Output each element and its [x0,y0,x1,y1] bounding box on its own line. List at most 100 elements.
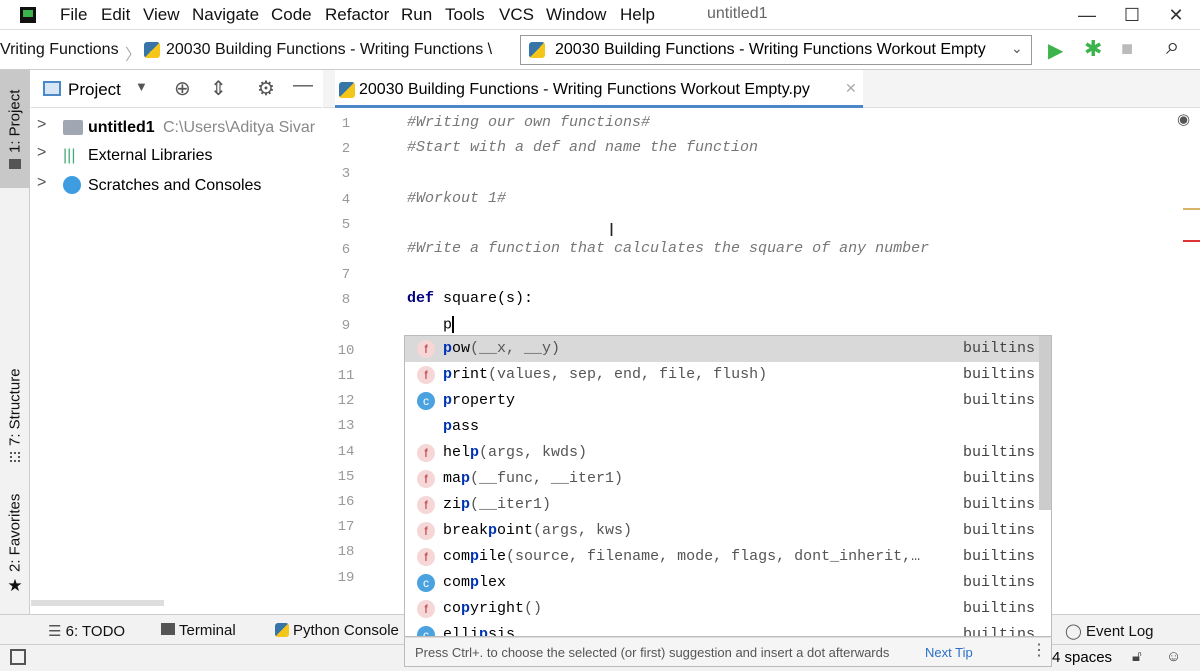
function-icon: f [417,496,435,514]
tab-structure[interactable]: 7: Structure [0,360,30,470]
completion-source: builtins [963,392,1036,409]
completion-match: p [443,392,453,409]
menu-run[interactable]: Run [401,5,432,25]
breadcrumb-file[interactable]: 20030 Building Functions - Writing Funct… [166,41,492,59]
stop-button[interactable]: ■ [1121,38,1133,61]
class-icon: c [417,626,435,636]
terminal-tool[interactable]: Terminal [161,622,236,639]
collapse-all-icon[interactable]: ⇕ [210,76,227,101]
line-number: 9 [341,317,351,334]
code-line-2: #Start with a def and name the function [407,139,759,156]
completion-name-pre: co [443,600,462,617]
completion-item[interactable]: c property builtins [405,388,1039,414]
function-icon: f [417,366,435,384]
indent-indicator[interactable]: 4 spaces [1052,649,1112,666]
completion-item[interactable]: c complex builtins [405,570,1039,596]
run-button[interactable]: ▶ [1048,38,1063,63]
completion-args: (__iter1) [470,496,552,513]
tool-windows-icon[interactable] [10,649,26,665]
eye-icon[interactable]: ◉ [1177,110,1190,128]
inspector-icon[interactable]: ☺ [1166,648,1181,665]
menu-refactor[interactable]: Refactor [325,5,389,25]
completion-item[interactable]: f compile(source, filename, mode, flags, … [405,544,1039,570]
menu-tools[interactable]: Tools [445,5,485,25]
error-marker[interactable] [1183,240,1200,242]
chevron-right-icon[interactable]: > [37,144,46,162]
line-number: 3 [341,166,351,183]
chevron-right-icon[interactable]: > [37,174,46,192]
completion-name-pre: ma [443,470,462,487]
completion-name-pre: elli [443,626,480,637]
code-line-9-text: p [407,316,453,334]
completion-name: compile(source, filename, mode, flags, d… [443,548,920,565]
chevron-down-icon: ⌄ [1011,40,1023,56]
event-log-icon: ◯ [1065,623,1086,640]
debug-button[interactable]: ✱ [1084,36,1102,62]
line-number: 14 [337,443,355,460]
terminal-label: Terminal [179,622,236,639]
breadcrumb-separator-icon: 〉 [125,47,142,64]
menu-window[interactable]: Window [546,5,606,25]
project-panel-header: Project ▼ ⊕ ⇕ ⚙ — [31,70,322,108]
menu-code[interactable]: Code [271,5,312,25]
completion-name-post: oint [497,522,534,539]
project-panel-title[interactable]: Project [68,80,121,100]
completion-popup: f pow(__x, __y) builtins f print(values, sep… [404,335,1052,637]
menu-view[interactable]: View [143,5,180,25]
menu-edit[interactable]: Edit [101,5,130,25]
chevron-down-icon[interactable]: ▼ [135,79,148,94]
completion-scrollbar[interactable] [1039,336,1051,510]
tab-project[interactable]: 1: Project [0,70,30,188]
menu-file[interactable]: File [60,5,87,25]
python-config-icon [529,42,545,58]
python-console-tool[interactable]: Python Console [275,622,399,639]
line-number-gutter: 1 2 3 4 5 6 7 8 9 10 11 12 13 14 15 16 17 18 19 [323,108,385,616]
close-tab-icon[interactable]: ✕ [845,80,857,97]
completion-item[interactable]: f help(args, kwds) builtins [405,440,1039,466]
hide-panel-icon[interactable]: — [293,74,313,97]
minimize-button[interactable]: — [1072,2,1102,28]
completion-item[interactable]: f pow(__x, __y) builtins [405,336,1039,362]
more-options-icon[interactable]: ⋮ [1031,640,1047,660]
run-configuration-select[interactable]: 20030 Building Functions - Writing Funct… [520,35,1032,65]
tree-item-external-libraries[interactable]: > ||| External Libraries [31,144,322,170]
todo-tool[interactable]: ☰ 6: TODO [48,622,125,640]
next-tip-link[interactable]: Next Tip [925,645,973,660]
completion-name: copyright() [443,600,542,617]
locate-icon[interactable]: ⊕ [174,76,191,101]
event-log-tool[interactable]: ◯ Event Log [1065,622,1154,640]
tree-item-untitled1[interactable]: > untitled1 C:\Users\Aditya Sivar [31,116,322,142]
warning-marker[interactable] [1183,208,1200,210]
maximize-button[interactable]: ☐ [1117,2,1147,28]
tab-favorites[interactable]: ★ 2: Favorites [0,490,30,600]
chevron-right-icon[interactable]: > [37,116,46,134]
breadcrumb-folder[interactable]: Vriting Functions [0,41,119,59]
code-line-4: #Workout 1# [407,190,507,207]
search-button[interactable]: ⌕ [1166,33,1179,61]
line-number: 1 [341,116,351,132]
completion-match: p [470,574,480,591]
completion-item[interactable]: f copyright() builtins [405,596,1039,622]
text-cursor [452,316,455,333]
gear-icon[interactable]: ⚙ [257,76,275,101]
completion-item[interactable]: pass [405,414,1039,440]
completion-item[interactable]: f print(values, sep, end, file, flush) bui… [405,362,1039,388]
completion-source: builtins [963,548,1036,565]
completion-item[interactable]: f zip(__iter1) builtins [405,492,1039,518]
menu-navigate[interactable]: Navigate [192,5,259,25]
completion-item[interactable]: f breakpoint(args, kws) builtins [405,518,1039,544]
lock-icon[interactable]: 🔓︎ [1132,648,1142,665]
tree-item-scratches[interactable]: > Scratches and Consoles [31,174,322,200]
completion-name-pre: break [443,522,489,539]
menu-vcs[interactable]: VCS [499,5,534,25]
completion-item[interactable]: f map(__func, __iter1) builtins [405,466,1039,492]
tab-editor-file[interactable]: 20030 Building Functions - Writing Funct… [335,70,863,108]
menu-help[interactable]: Help [620,5,655,25]
completion-name-post: sis [488,626,516,637]
horizontal-scrollbar[interactable] [31,600,164,606]
completion-args: (args, kwds) [479,444,588,461]
scratches-icon [63,176,81,194]
close-button[interactable]: ✕ [1161,2,1191,28]
completion-item[interactable]: c ellipsis builtins [405,622,1039,637]
list-icon: ☰ [48,623,66,640]
